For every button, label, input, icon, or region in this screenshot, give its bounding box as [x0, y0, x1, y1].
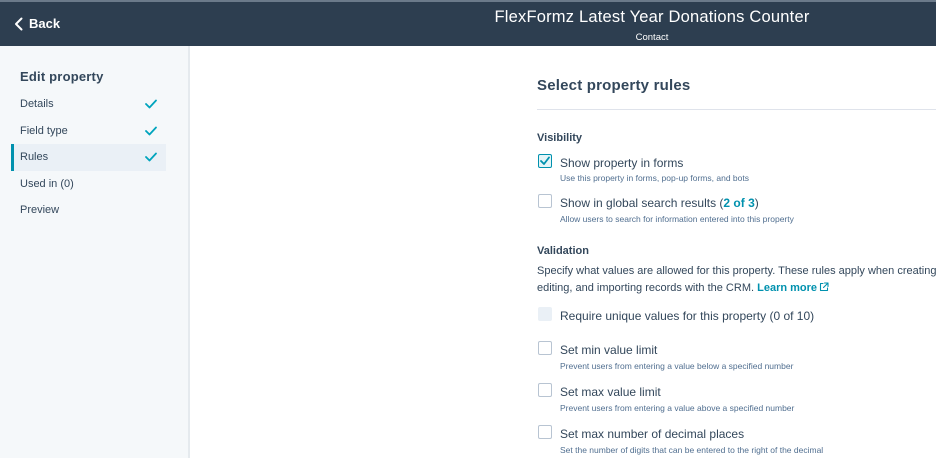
global-search-label[interactable]: Show in global search results (2 of 3) — [560, 196, 759, 210]
check-icon — [145, 126, 157, 135]
back-button[interactable]: Back — [14, 16, 60, 31]
sidebar-item-label: Rules — [20, 151, 49, 163]
max-value-help: Prevent users from entering a value abov… — [560, 403, 795, 413]
sidebar-item-label: Field type — [20, 124, 68, 137]
check-icon — [145, 152, 157, 162]
check-icon — [145, 99, 157, 109]
sidebar-item-preview[interactable]: Preview — [11, 197, 166, 224]
show-in-forms-checkbox[interactable] — [538, 154, 552, 168]
sidebar-item-label: Preview — [20, 204, 60, 216]
external-link-icon — [819, 281, 829, 291]
sidebar-nav: Details Field type Rules Used in (0) Pre… — [11, 91, 166, 224]
max-value-label[interactable]: Set max value limit — [560, 385, 661, 399]
global-search-label-text: Show in global search results ( — [560, 196, 724, 210]
learn-more-link[interactable]: Learn more — [757, 282, 829, 294]
section-title: Select property rules — [537, 77, 691, 94]
main-content: Select property rules Visibility Show pr… — [537, 0, 936, 458]
min-value-checkbox[interactable] — [538, 341, 552, 355]
sidebar-item-rules[interactable]: Rules — [11, 144, 166, 171]
validation-description: Specify what values are allowed for this… — [537, 263, 936, 296]
validation-description-line-1: Specify what values are allowed for this… — [537, 265, 936, 277]
global-search-help: Allow users to search for information en… — [560, 214, 794, 224]
chevron-left-icon — [15, 17, 23, 30]
back-label: Back — [29, 16, 61, 31]
global-search-checkbox[interactable] — [538, 194, 552, 208]
divider — [537, 109, 936, 110]
global-search-label-suffix: ) — [754, 196, 759, 210]
show-in-forms-label[interactable]: Show property in forms — [560, 156, 683, 170]
global-search-count: 2 of 3 — [723, 196, 755, 210]
sidebar: Edit property Details Field type Rules U… — [0, 46, 190, 458]
unique-values-label: Require unique values for this property … — [560, 309, 815, 323]
sidebar-heading: Edit property — [20, 69, 104, 84]
show-in-forms-help: Use this property in forms, pop-up forms… — [560, 173, 749, 183]
validation-description-text: editing, and importing records with the … — [537, 281, 755, 294]
validation-description-line-2: editing, and importing records with the … — [537, 280, 936, 297]
learn-more-label: Learn more — [757, 281, 818, 294]
sidebar-item-label: Used in (0) — [20, 177, 74, 190]
min-value-label[interactable]: Set min value limit — [560, 343, 657, 357]
validation-heading: Validation — [537, 245, 589, 257]
decimal-places-label[interactable]: Set max number of decimal places — [560, 427, 744, 441]
visibility-heading: Visibility — [537, 132, 583, 144]
max-value-checkbox[interactable] — [538, 383, 552, 397]
sidebar-item-details[interactable]: Details — [11, 91, 166, 118]
decimal-places-help: Set the number of digits that can be ent… — [560, 445, 824, 455]
unique-values-checkbox — [538, 307, 552, 321]
sidebar-item-used-in[interactable]: Used in (0) — [11, 171, 166, 198]
min-value-help: Prevent users from entering a value belo… — [560, 361, 794, 371]
decimal-places-checkbox[interactable] — [538, 425, 552, 439]
checkmark-icon — [540, 156, 550, 165]
sidebar-item-label: Details — [20, 98, 54, 110]
sidebar-item-field-type[interactable]: Field type — [11, 118, 166, 145]
